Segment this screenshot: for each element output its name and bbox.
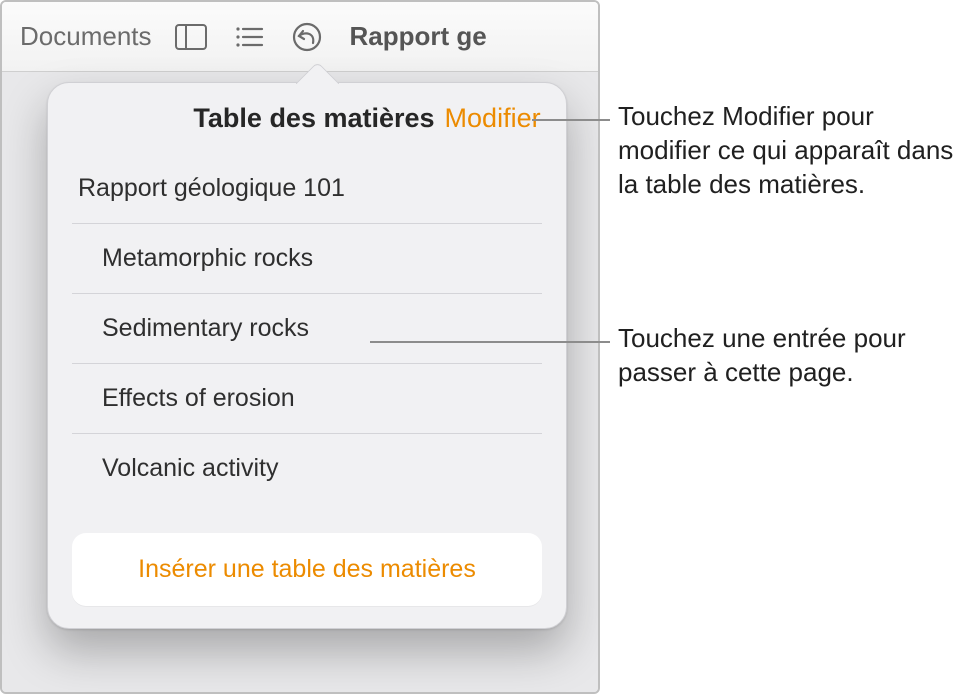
callout-leader-line [532, 119, 610, 121]
documents-back-button[interactable]: Documents [14, 17, 158, 56]
document-title: Rapport ge [350, 21, 487, 52]
callout-modifier: Touchez Modifier pour modifier ce qui ap… [618, 100, 968, 201]
insert-toc-button[interactable]: Insérer une table des matières [72, 533, 542, 606]
app-window: Documents Rapport ge [0, 0, 600, 694]
toc-popover-header: Table des matières Modifier [66, 103, 548, 134]
toc-entry[interactable]: Sedimentary rocks [72, 294, 542, 364]
toc-entry[interactable]: Volcanic activity [72, 434, 542, 503]
undo-icon[interactable] [282, 12, 332, 62]
callout-leader-line [370, 341, 610, 343]
toc-view-icon[interactable] [224, 12, 274, 62]
toc-popover: Table des matières Modifier Rapport géol… [47, 82, 567, 629]
callout-entry: Touchez une entrée pour passer à cette p… [618, 322, 968, 390]
toolbar: Documents Rapport ge [2, 2, 598, 72]
toc-popover-title: Table des matières [193, 103, 434, 134]
toc-list: Rapport géologique 101 Metamorphic rocks… [66, 154, 548, 503]
toc-edit-button[interactable]: Modifier [445, 103, 541, 134]
toc-entry[interactable]: Effects of erosion [72, 364, 542, 434]
sidebar-toggle-icon[interactable] [166, 12, 216, 62]
toc-entry[interactable]: Metamorphic rocks [72, 224, 542, 294]
toc-entry[interactable]: Rapport géologique 101 [72, 154, 542, 224]
